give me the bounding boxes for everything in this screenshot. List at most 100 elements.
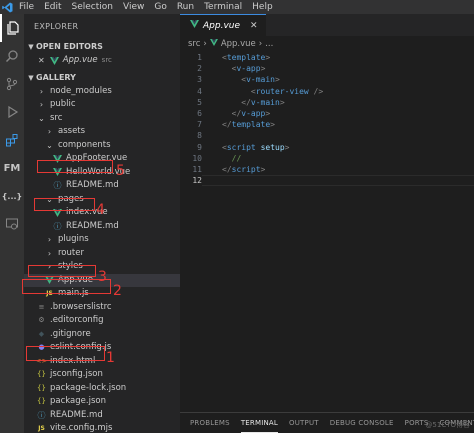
tree-item[interactable]: › router bbox=[24, 247, 180, 261]
code-token: > bbox=[284, 142, 290, 152]
workspace-header[interactable]: ▼ GALLERY bbox=[24, 71, 180, 85]
tree-item-label: .editorconfig bbox=[50, 315, 104, 325]
chevron-down-icon: ▼ bbox=[28, 73, 34, 82]
tree-item[interactable]: {} package.json bbox=[24, 395, 180, 409]
line-number: 11 bbox=[192, 164, 202, 174]
open-editor-path: src bbox=[101, 56, 112, 64]
code-line: 4 <router-view /> bbox=[180, 86, 474, 97]
breadcrumb-file[interactable]: App.vue bbox=[221, 39, 256, 49]
braces-extension-icon[interactable]: {...} bbox=[0, 182, 24, 210]
annotation-box-main-js bbox=[22, 279, 111, 294]
tree-item-label: package.json bbox=[50, 396, 106, 406]
tab-problems[interactable]: PROBLEMS bbox=[190, 413, 230, 433]
code-token: > bbox=[279, 97, 285, 107]
tree-item[interactable]: › public bbox=[24, 98, 180, 112]
code-token: </ bbox=[231, 108, 242, 118]
line-number: 5 bbox=[197, 97, 202, 107]
tab-terminal[interactable]: TERMINAL bbox=[240, 413, 279, 433]
tree-item[interactable]: › node_modules bbox=[24, 85, 180, 99]
run-debug-icon[interactable] bbox=[0, 98, 24, 126]
code-line: 2 <v-app> bbox=[180, 63, 474, 74]
close-icon[interactable]: ✕ bbox=[38, 54, 45, 68]
info-file-icon: ⓘ bbox=[37, 410, 46, 420]
tree-item-label: vite.config.mjs bbox=[50, 423, 113, 433]
tree-item[interactable]: ⓘ README.md bbox=[24, 409, 180, 423]
code-line: 10 // bbox=[180, 153, 474, 164]
tree-item[interactable]: ◆ .gitignore bbox=[24, 328, 180, 342]
tree-item[interactable]: › assets bbox=[24, 125, 180, 139]
menu-item-run[interactable]: Run bbox=[172, 0, 199, 14]
line-number: 9 bbox=[197, 142, 202, 152]
tree-item-label: .gitignore bbox=[50, 328, 91, 339]
menu-item-go[interactable]: Go bbox=[149, 0, 171, 14]
tree-item[interactable]: JS vite.config.mjs bbox=[24, 422, 180, 433]
explorer-icon[interactable] bbox=[0, 14, 24, 42]
editor-area: App.vue ✕ src › App.vue › ... 1 <template… bbox=[180, 14, 474, 433]
breadcrumb-folder[interactable]: src bbox=[188, 39, 200, 49]
code-token: </ bbox=[222, 164, 232, 174]
tree-item[interactable]: ⓘ README.md bbox=[24, 220, 180, 234]
vue-file-icon bbox=[49, 56, 60, 65]
code-token: > bbox=[265, 53, 271, 62]
menu-item-view[interactable]: View bbox=[118, 0, 149, 14]
tree-item[interactable]: ≡ .browserslistrc bbox=[24, 301, 180, 315]
search-icon[interactable] bbox=[0, 42, 24, 70]
tree-item-label: package-lock.json bbox=[50, 382, 127, 393]
chevron-right-icon: › bbox=[47, 248, 52, 258]
line-number: 4 bbox=[197, 86, 202, 96]
json-file-icon: {} bbox=[37, 370, 46, 378]
code-token: </ bbox=[241, 97, 251, 107]
menu-item-file[interactable]: File bbox=[14, 0, 39, 14]
close-icon[interactable]: ✕ bbox=[250, 21, 258, 31]
current-line-highlight bbox=[202, 175, 474, 187]
code-token: > bbox=[265, 108, 271, 118]
code-token: v-app bbox=[236, 64, 261, 74]
tab-output[interactable]: OUTPUT bbox=[289, 413, 319, 433]
menu-item-help[interactable]: Help bbox=[247, 0, 278, 14]
tree-item[interactable]: › plugins bbox=[24, 233, 180, 247]
chevron-down-icon: ⌄ bbox=[46, 140, 53, 150]
tree-item-label: jsconfig.json bbox=[50, 369, 103, 379]
code-token: v-main bbox=[246, 75, 275, 85]
source-control-icon[interactable] bbox=[0, 70, 24, 98]
code-line: 7 </template> bbox=[180, 119, 474, 130]
open-editor-item[interactable]: ✕ App.vue src bbox=[24, 54, 180, 68]
menu-item-edit[interactable]: Edit bbox=[39, 0, 66, 14]
tree-item-label: public bbox=[50, 99, 76, 109]
extensions-icon[interactable] bbox=[0, 126, 24, 154]
chevron-right-icon: › bbox=[47, 127, 52, 136]
tree-item-label: README.md bbox=[66, 180, 119, 190]
code-line: 11 </script> bbox=[180, 164, 474, 175]
code-text: <router-view /> bbox=[202, 86, 323, 97]
tab-debug-console[interactable]: DEBUG CONSOLE bbox=[330, 413, 394, 433]
chevron-down-icon: ▼ bbox=[28, 43, 34, 51]
code-text: // bbox=[202, 153, 242, 164]
code-token: // bbox=[231, 153, 242, 163]
fm-extension-icon[interactable]: FM bbox=[0, 154, 24, 182]
tree-item[interactable]: ⌄ src bbox=[24, 112, 180, 126]
open-editors-header[interactable]: ▼ OPEN EDITORS bbox=[24, 40, 180, 54]
tree-item[interactable]: {} package-lock.json bbox=[24, 382, 180, 396]
chevron-right-icon: › bbox=[258, 39, 263, 49]
tree-item[interactable]: ⓘ README.md bbox=[24, 179, 180, 193]
tree-item-label: plugins bbox=[58, 234, 89, 244]
line-number: 2 bbox=[197, 64, 202, 74]
breadcrumb-symbol[interactable]: ... bbox=[265, 39, 273, 49]
code-editor[interactable]: 1 <template> 2 <v-app> 3 <v-main> 4 <router-… bbox=[180, 52, 474, 187]
chevron-down-icon: ⌄ bbox=[38, 113, 45, 123]
remote-explorer-icon[interactable] bbox=[0, 210, 24, 238]
open-editors-label: OPEN EDITORS bbox=[36, 42, 103, 51]
tree-item[interactable]: ⌄ components bbox=[24, 139, 180, 153]
json-file-icon: {} bbox=[37, 397, 46, 405]
code-token: /> bbox=[308, 86, 324, 96]
tree-item-label: README.md bbox=[66, 220, 119, 231]
chevron-right-icon: › bbox=[39, 86, 44, 96]
menu-item-terminal[interactable]: Terminal bbox=[199, 0, 247, 14]
workspace-label: GALLERY bbox=[36, 72, 76, 82]
tree-item[interactable]: {} jsconfig.json bbox=[24, 368, 180, 382]
tree-item[interactable]: ⚙ .editorconfig bbox=[24, 314, 180, 328]
tab-app-vue[interactable]: App.vue ✕ bbox=[180, 14, 266, 36]
code-token: template bbox=[226, 53, 266, 62]
menu-item-selection[interactable]: Selection bbox=[67, 0, 118, 14]
